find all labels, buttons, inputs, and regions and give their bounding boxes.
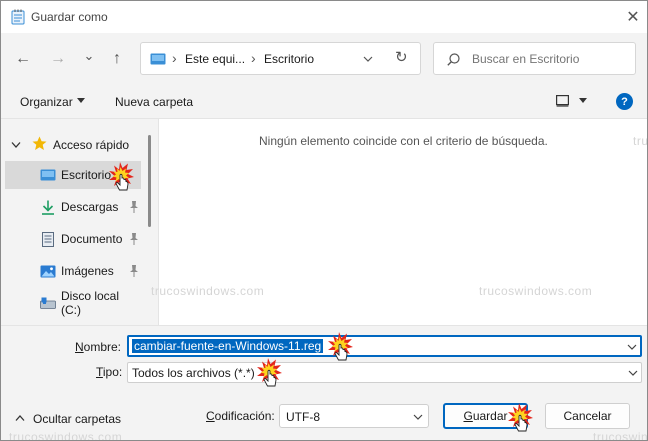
file-name-value: cambiar-fuente-en-Windows-11.reg — [132, 339, 324, 353]
command-toolbar — [1, 85, 647, 119]
quick-access-label[interactable]: Acceso rápido — [53, 138, 129, 152]
file-type-select[interactable]: Todos los archivos (*.*) — [127, 362, 642, 383]
sidebar-scrollbar[interactable] — [148, 135, 151, 227]
click-indicator-icon — [257, 358, 282, 387]
watermark: trucoswindows.com — [479, 284, 593, 298]
breadcrumb-separator: › — [172, 50, 177, 66]
encoding-label: Codificación: — [206, 409, 275, 423]
sidebar-item-label: Escritorio — [61, 168, 112, 182]
address-bar[interactable]: › Este equi... › Escritorio ↻ — [140, 42, 421, 75]
breadcrumb-this-pc[interactable]: Este equi... — [185, 52, 245, 66]
watermark: trucoswindows.com — [593, 430, 648, 441]
refresh-icon[interactable]: ↻ — [395, 48, 408, 66]
sidebar-item-label: Documento — [61, 232, 123, 246]
click-indicator-icon — [109, 162, 134, 191]
arrow-up-icon: ↑ — [113, 50, 121, 67]
search-box[interactable] — [433, 42, 636, 75]
help-button[interactable]: ? — [616, 93, 633, 110]
encoding-value: UTF-8 — [286, 410, 320, 424]
save-button-label: Guardar — [463, 409, 508, 423]
pin-icon — [130, 233, 138, 245]
sidebar-item-downloads[interactable]: Descargas — [5, 193, 141, 221]
close-icon: ✕ — [626, 9, 640, 26]
download-icon — [42, 200, 54, 215]
chevron-down-icon[interactable] — [628, 368, 638, 378]
arrow-right-icon: → — [50, 50, 66, 67]
organize-button[interactable]: Organizar — [20, 95, 73, 109]
image-icon — [40, 265, 56, 278]
cancel-button-label: Cancelar — [563, 409, 612, 423]
view-options-icon[interactable] — [556, 95, 569, 107]
chevron-down-icon[interactable] — [413, 412, 423, 422]
save-as-dialog: Guardar como ✕ ← → ⌄ ↑ › Este equi... › … — [0, 0, 648, 441]
chevron-up-icon[interactable] — [15, 414, 25, 422]
star-icon — [32, 136, 47, 150]
cancel-button[interactable]: Cancelar — [545, 403, 630, 429]
hide-folders-button[interactable]: Ocultar carpetas — [33, 412, 121, 426]
navigation-pane: Acceso rápido Escritorio Descargas Docum… — [1, 119, 159, 325]
caret-down-icon[interactable] — [579, 98, 587, 104]
close-button[interactable]: ✕ — [621, 5, 645, 29]
file-name-input[interactable]: cambiar-fuente-en-Windows-11.reg — [127, 335, 642, 357]
chevron-down-icon[interactable] — [627, 342, 637, 352]
watermark: trucoswindows.com — [9, 430, 123, 441]
desktop-folder-icon — [40, 169, 56, 181]
sidebar-item-local-disk[interactable]: Disco local (C:) — [5, 289, 141, 317]
sidebar-item-pictures[interactable]: Imágenes — [5, 257, 141, 285]
empty-message: Ningún elemento coincide con el criterio… — [259, 134, 548, 148]
desktop-folder-icon — [150, 53, 166, 65]
forward-button[interactable]: → — [46, 47, 70, 71]
watermark: trucoswindows.com — [151, 284, 265, 298]
arrow-left-icon: ← — [15, 50, 31, 67]
pin-icon — [130, 201, 138, 213]
drive-icon — [40, 297, 56, 309]
notepad-icon — [11, 9, 25, 25]
recent-locations-button[interactable]: ⌄ — [77, 44, 101, 68]
sidebar-item-label: Disco local (C:) — [61, 289, 120, 317]
breadcrumb-desktop[interactable]: Escritorio — [264, 52, 314, 66]
click-indicator-icon — [508, 403, 533, 432]
up-button[interactable]: ↑ — [105, 47, 129, 71]
chevron-down-icon: ⌄ — [83, 48, 95, 63]
sidebar-item-label: Imágenes — [61, 264, 114, 278]
document-icon — [42, 232, 54, 247]
sidebar-item-documents[interactable]: Documento — [5, 225, 141, 253]
file-name-label: Nombre: — [75, 340, 122, 354]
window-title: Guardar como — [31, 10, 108, 24]
pin-icon — [130, 265, 138, 277]
help-icon: ? — [621, 95, 628, 108]
watermark: trucoswindows.com — [633, 134, 648, 148]
title-bar: Guardar como ✕ — [1, 1, 647, 33]
file-type-label: Tipo: — [96, 365, 123, 379]
back-button[interactable]: ← — [11, 47, 35, 71]
encoding-select[interactable]: UTF-8 — [279, 404, 429, 428]
search-icon — [447, 53, 460, 66]
search-input[interactable] — [472, 51, 627, 67]
file-type-value: Todos los archivos (*.*) — [132, 366, 255, 380]
click-indicator-icon — [328, 332, 353, 361]
breadcrumb-separator: › — [251, 50, 256, 66]
chevron-down-icon[interactable] — [11, 141, 21, 149]
sidebar-item-label: Descargas — [61, 200, 119, 214]
chevron-down-icon[interactable] — [363, 54, 373, 64]
caret-down-icon — [77, 98, 85, 103]
new-folder-button[interactable]: Nueva carpeta — [115, 95, 193, 109]
